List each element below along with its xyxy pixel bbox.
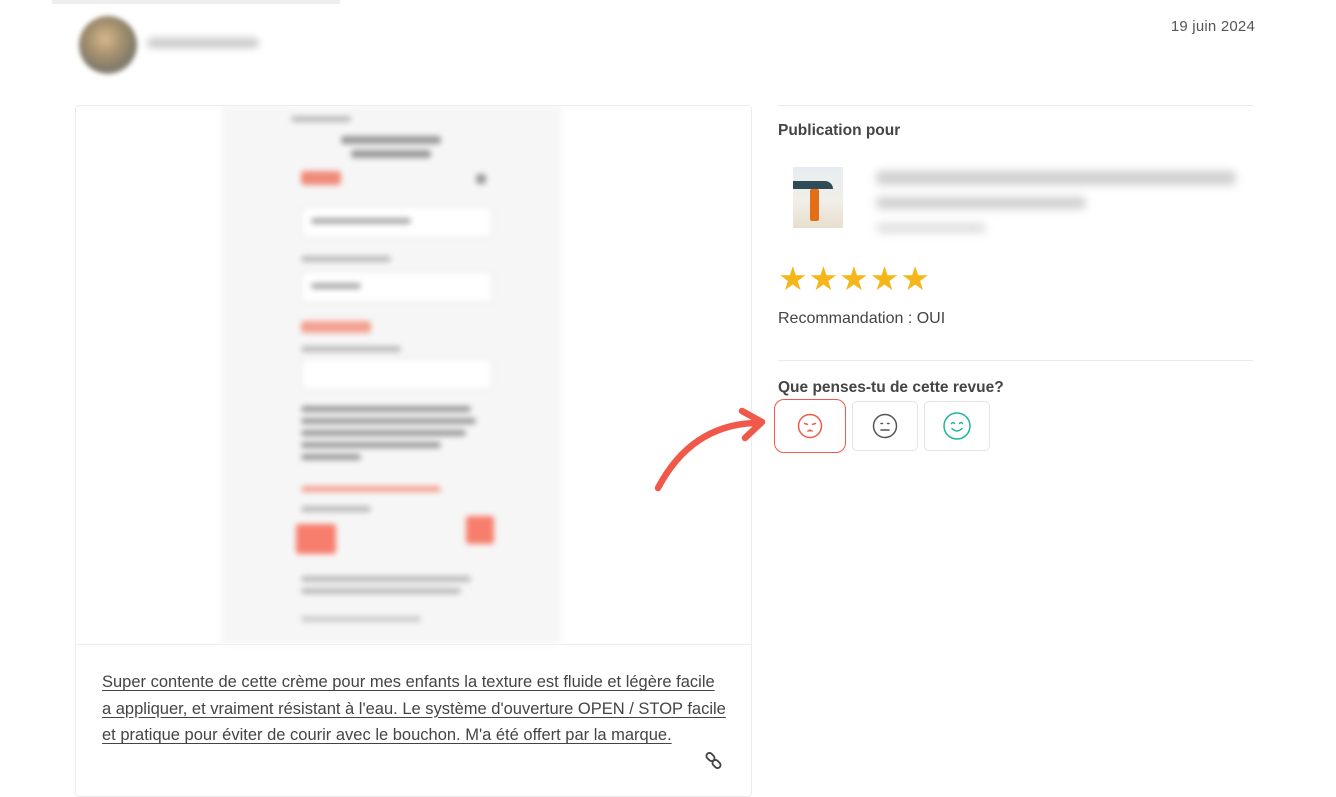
- neutral-face-icon: [872, 413, 898, 439]
- review-header: 19 juin 2024: [75, 14, 1255, 80]
- review-media[interactable]: [76, 106, 751, 645]
- review-date: 19 juin 2024: [1170, 18, 1255, 35]
- username-blurred[interactable]: [147, 38, 259, 48]
- publication-label: Publication pour: [778, 122, 901, 139]
- feedback-question: Que penses-tu de cette revue?: [778, 379, 1004, 396]
- divider: [778, 105, 1253, 106]
- sad-face-icon: [797, 413, 823, 439]
- reaction-group: [774, 399, 990, 453]
- avatar[interactable]: [79, 16, 137, 74]
- divider: [778, 360, 1253, 361]
- neutral-reaction-button[interactable]: [852, 401, 918, 451]
- happy-reaction-button[interactable]: [924, 401, 990, 451]
- product-title-blurred-2: [876, 197, 1086, 209]
- link-icon[interactable]: [704, 751, 724, 771]
- sad-reaction-button[interactable]: [774, 399, 846, 453]
- happy-face-icon: [943, 412, 971, 440]
- review-text[interactable]: Super contente de cette crème pour mes e…: [102, 669, 726, 749]
- highlight-arrow-icon: [654, 407, 766, 492]
- product-date-blurred: [876, 223, 986, 233]
- product-thumbnail[interactable]: [793, 167, 843, 228]
- product-title-blurred[interactable]: [876, 171, 1236, 185]
- rating-stars: ★★★★★: [778, 260, 931, 297]
- review-image-blurred: [221, 106, 561, 644]
- recommendation: Recommandation : OUI: [778, 310, 946, 327]
- top-strip: [52, 0, 340, 4]
- review-sidebar: Publication pour ★★★★★ Recommandation : …: [774, 105, 1253, 453]
